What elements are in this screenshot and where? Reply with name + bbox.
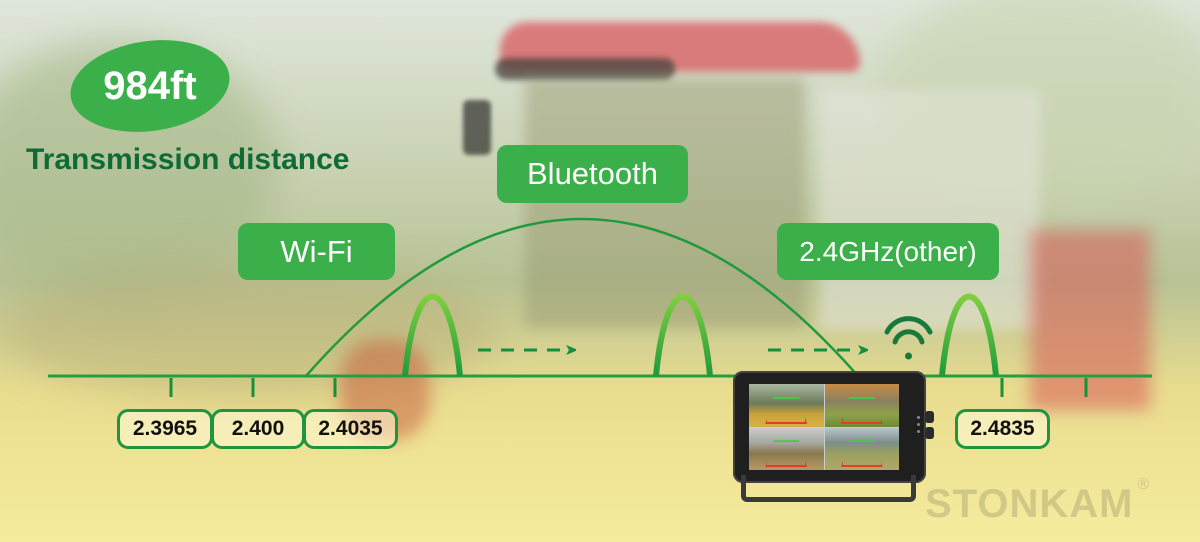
camera-view-1 xyxy=(749,384,824,427)
label-bluetooth: Bluetooth xyxy=(497,145,688,203)
monitor-control-dot xyxy=(917,416,920,419)
camera-view-3 xyxy=(749,427,824,470)
middle-peak xyxy=(653,293,713,377)
tick-label: 2.3965 xyxy=(117,409,213,449)
monitor-control-dot xyxy=(917,430,920,433)
wifi-signal-icon xyxy=(884,316,933,360)
monitor-control-dot xyxy=(917,423,920,426)
registered-mark: ® xyxy=(1137,476,1151,493)
monitor-product xyxy=(733,371,934,502)
tick-label: 2.400 xyxy=(211,409,305,449)
wifi-peak xyxy=(402,293,463,377)
tick-label: 2.4835 xyxy=(955,409,1050,449)
monitor-stand xyxy=(741,475,916,502)
label-2-4ghz-other: 2.4GHz(other) xyxy=(777,223,999,280)
monitor-screen xyxy=(749,384,899,470)
monitor-knob xyxy=(925,411,934,423)
camera-view-4 xyxy=(824,427,899,470)
other-peak xyxy=(939,293,999,377)
brand-name: STONKAM xyxy=(925,482,1134,526)
tick-label: 2.4035 xyxy=(303,409,398,449)
frequency-diagram xyxy=(48,217,1152,397)
monitor-knob xyxy=(925,427,934,439)
camera-view-2 xyxy=(824,384,899,427)
label-wifi: Wi-Fi xyxy=(238,223,395,280)
brand-watermark: STONKAM ® xyxy=(925,476,1150,527)
